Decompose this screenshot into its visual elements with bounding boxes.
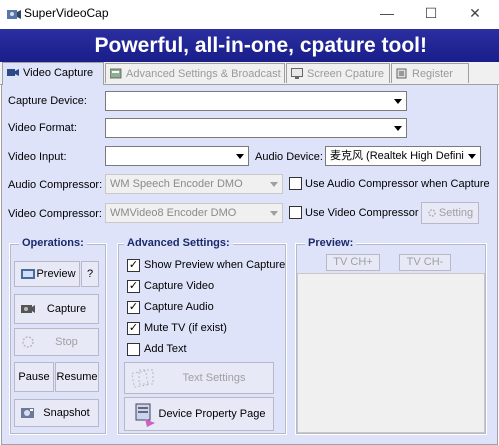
preview-area: [297, 273, 485, 433]
chevron-down-icon: [270, 211, 278, 216]
help-button[interactable]: ?: [81, 261, 99, 287]
device-property-label: Device Property Page: [158, 408, 266, 420]
tab-label: Register: [412, 68, 453, 80]
preview-label: Preview: [36, 268, 76, 280]
video-input-label: Video Input:: [8, 151, 67, 163]
chevron-down-icon: [394, 99, 402, 104]
chevron-down-icon: [394, 126, 402, 131]
tab-video-capture[interactable]: Video Capture: [2, 62, 104, 85]
preview-button[interactable]: Preview: [14, 261, 80, 287]
tab-screen-capture[interactable]: Screen Cpature: [286, 63, 390, 83]
snapshot-icon: [21, 408, 34, 418]
audio-device-value: 麦克风 (Realtek High Defini: [330, 150, 464, 162]
snapshot-label: Snapshot: [43, 407, 90, 419]
minimize-button[interactable]: —: [372, 3, 402, 23]
capture-device-select[interactable]: [105, 91, 407, 111]
video-format-select[interactable]: [105, 118, 407, 138]
video-format-label: Video Format:: [8, 122, 77, 134]
add-text-label: Add Text: [144, 343, 187, 355]
video-compressor-select[interactable]: WMVideo8 Encoder DMO: [105, 203, 283, 223]
stop-icon: [22, 336, 34, 348]
operations-title: Operations:: [19, 237, 87, 249]
app-icon: [7, 10, 21, 19]
show-preview-label: Show Preview when Capture: [144, 259, 286, 271]
show-preview-checkbox[interactable]: ✓: [127, 259, 140, 272]
use-video-compressor-checkbox[interactable]: [289, 206, 302, 219]
capture-video-checkbox[interactable]: ✓: [127, 280, 140, 293]
add-text-checkbox[interactable]: [127, 343, 140, 356]
use-audio-compressor-checkbox[interactable]: [289, 177, 302, 190]
banner: Powerful, all-in-one, cpature tool!: [0, 29, 499, 62]
text-settings-button[interactable]: Text Settings: [124, 362, 274, 394]
text-settings-icon: [131, 369, 154, 388]
maximize-button[interactable]: ☐: [416, 3, 446, 23]
setting-button[interactable]: Setting: [421, 202, 479, 224]
audio-compressor-label: Audio Compressor:: [8, 179, 103, 191]
screen-icon: [291, 68, 303, 79]
capture-audio-label: Capture Audio: [144, 301, 214, 313]
video-input-select[interactable]: [105, 146, 249, 166]
camera-icon: [21, 305, 35, 313]
device-property-button[interactable]: Device Property Page: [124, 397, 274, 431]
resume-button[interactable]: Resume: [55, 362, 99, 392]
chevron-down-icon: [236, 154, 244, 159]
tv-channel-up-button[interactable]: TV CH+: [326, 254, 380, 271]
stop-label: Stop: [55, 336, 78, 348]
mute-tv-checkbox[interactable]: ✓: [127, 322, 140, 335]
tab-scroll-area: [470, 65, 498, 81]
capture-button[interactable]: Capture: [14, 294, 99, 324]
pause-button[interactable]: Pause: [14, 362, 54, 392]
audio-compressor-value: WM Speech Encoder DMO: [110, 178, 243, 190]
advanced-settings-title: Advanced Settings:: [124, 237, 233, 249]
capture-video-label: Capture Video: [144, 280, 215, 292]
preview-title: Preview:: [305, 237, 357, 249]
setting-icon: [428, 209, 436, 217]
video-capture-icon: [7, 69, 19, 76]
register-icon: [396, 68, 407, 79]
audio-device-select[interactable]: 麦克风 (Realtek High Defini: [325, 146, 481, 166]
device-property-icon: [135, 403, 155, 427]
video-compressor-value: WMVideo8 Encoder DMO: [110, 207, 237, 219]
stop-button[interactable]: Stop: [14, 328, 99, 356]
capture-label: Capture: [46, 303, 87, 315]
tab-label: Video Capture: [23, 67, 94, 79]
close-button[interactable]: ✕: [460, 3, 490, 23]
snapshot-button[interactable]: Snapshot: [14, 399, 99, 427]
preview-icon: [21, 269, 35, 279]
chevron-down-icon: [270, 182, 278, 187]
tab-label: Screen Cpature: [307, 68, 385, 80]
tab-register[interactable]: Register: [391, 63, 469, 83]
use-audio-compressor-label: Use Audio Compressor when Capture: [305, 178, 490, 190]
settings-icon: [110, 68, 122, 79]
video-compressor-label: Video Compressor:: [8, 208, 102, 220]
mute-tv-label: Mute TV (if exist): [144, 322, 227, 334]
window-title: SuperVideoCap: [24, 6, 109, 20]
capture-audio-checkbox[interactable]: ✓: [127, 301, 140, 314]
tab-label: Advanced Settings & Broadcast: [126, 68, 281, 80]
tab-advanced-settings[interactable]: Advanced Settings & Broadcast: [105, 63, 285, 83]
setting-button-label: Setting: [438, 207, 474, 219]
tv-channel-down-button[interactable]: TV CH-: [399, 254, 451, 271]
chevron-down-icon: [468, 154, 476, 159]
use-video-compressor-label: Use Video Compressor: [305, 207, 419, 219]
audio-compressor-select[interactable]: WM Speech Encoder DMO: [105, 174, 283, 194]
capture-device-label: Capture Device:: [8, 95, 87, 107]
audio-device-label: Audio Device:: [255, 151, 323, 163]
text-settings-label: Text Settings: [182, 372, 246, 384]
